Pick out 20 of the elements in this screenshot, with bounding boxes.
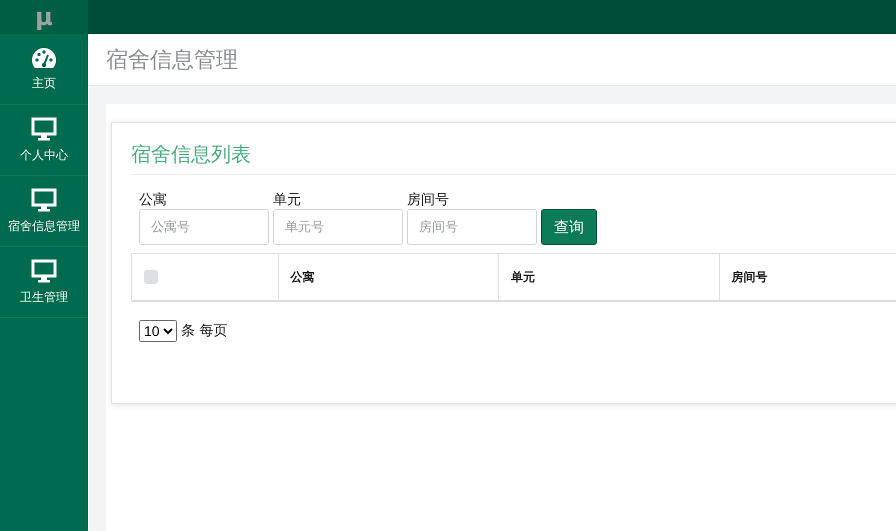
input-field[interactable]: 单元号	[273, 209, 403, 245]
input-field[interactable]: 公寓号	[139, 209, 269, 245]
monitor-icon	[31, 258, 57, 282]
card-title: 宿舍信息列表	[131, 141, 896, 175]
column-header: 单元	[511, 268, 536, 286]
page-size-label: 条 每页	[181, 322, 228, 340]
input-field[interactable]: 房间号	[407, 209, 537, 245]
field-label: 公寓	[139, 191, 168, 209]
field-label: 单元	[273, 191, 302, 209]
search-button[interactable]: 查询	[541, 209, 597, 245]
monitor-icon	[31, 188, 57, 212]
column-header: 公寓	[290, 268, 315, 286]
gauge-icon	[31, 46, 57, 68]
page-size-select[interactable]: 10	[139, 320, 177, 342]
monitor-icon	[31, 116, 57, 140]
checkbox[interactable]	[144, 270, 158, 284]
column-header: 房间号	[732, 268, 768, 286]
field-label: 房间号	[407, 191, 450, 209]
logo: μ	[35, 3, 53, 31]
page-title: 宿舍信息管理	[106, 46, 238, 74]
